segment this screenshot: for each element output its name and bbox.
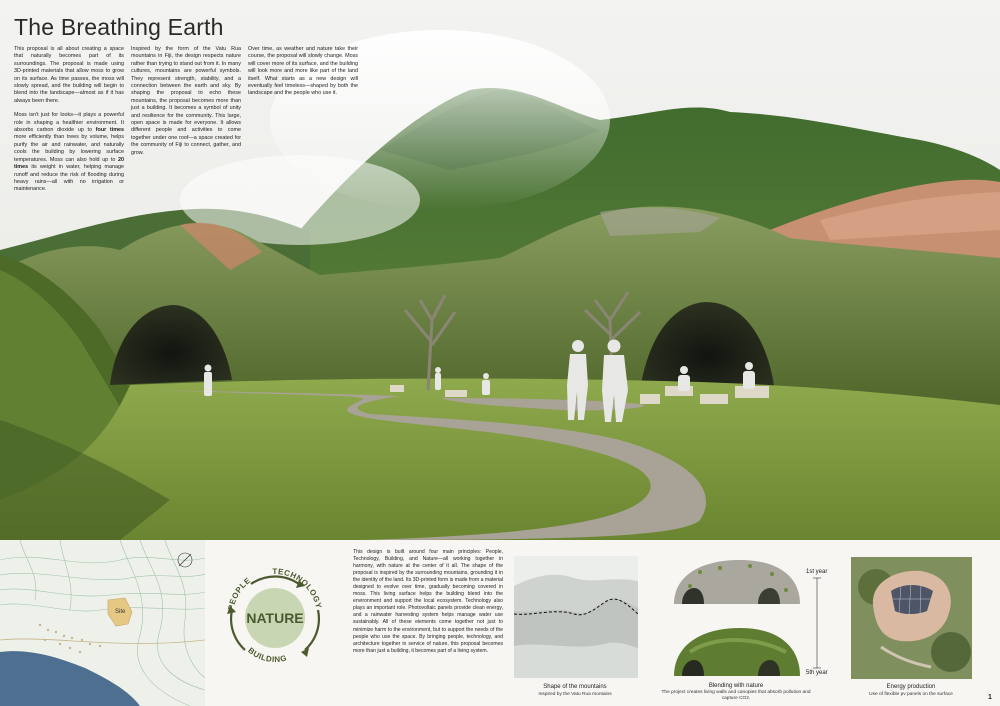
figure-caption: Blending with nature [708,683,764,689]
intro-paragraph: Over time, as weather and nature take th… [248,46,358,97]
figure-caption: Shape of the mountains [543,684,607,690]
figure-blending: 1st year 5th year [660,556,830,680]
bottom-strip: Site NATURE PEOPLE TECHNOLOGY BUILDING T… [0,540,1000,706]
intro-paragraph: Moss isn't just for looks—it plays a pow… [14,112,124,193]
figure-subcaption: Inspired by the Vatu Rua montains [538,692,612,697]
intro-column-1: This proposal is all about creating a sp… [14,46,124,201]
page-title: The Breathing Earth [14,14,224,40]
figure-subcaption: The project creates living walls and can… [661,690,811,701]
intro-column-3: Over time, as weather and nature take th… [248,46,358,105]
principles-diagram: NATURE PEOPLE TECHNOLOGY BUILDING [205,540,345,706]
figure-caption: Energy production [886,684,936,690]
site-map-graphic: Site [0,540,205,706]
building-label: BUILDING [246,646,287,664]
year-label: 5th year [806,670,828,676]
intro-paragraph: Inspired by the form of the Vatu Rua mou… [131,46,241,156]
intro-column-2: Inspired by the form of the Vatu Rua mou… [131,46,241,164]
pv-panels [891,585,933,614]
site-map: Site [0,540,205,706]
nature-label: NATURE [246,610,303,626]
year-label: 1st year [806,569,828,575]
figure-energy [851,557,972,679]
figure-subcaption: Use of flexible pv panels on the surface [869,692,953,697]
map-site-label: Site [115,609,126,615]
page-number: 1 [988,694,992,701]
principles-text: This design is built around four main pr… [353,549,503,654]
figure-mountain-shape [513,556,639,678]
svg-text:BUILDING: BUILDING [246,646,288,664]
intro-paragraph: This proposal is all about creating a sp… [14,46,124,104]
